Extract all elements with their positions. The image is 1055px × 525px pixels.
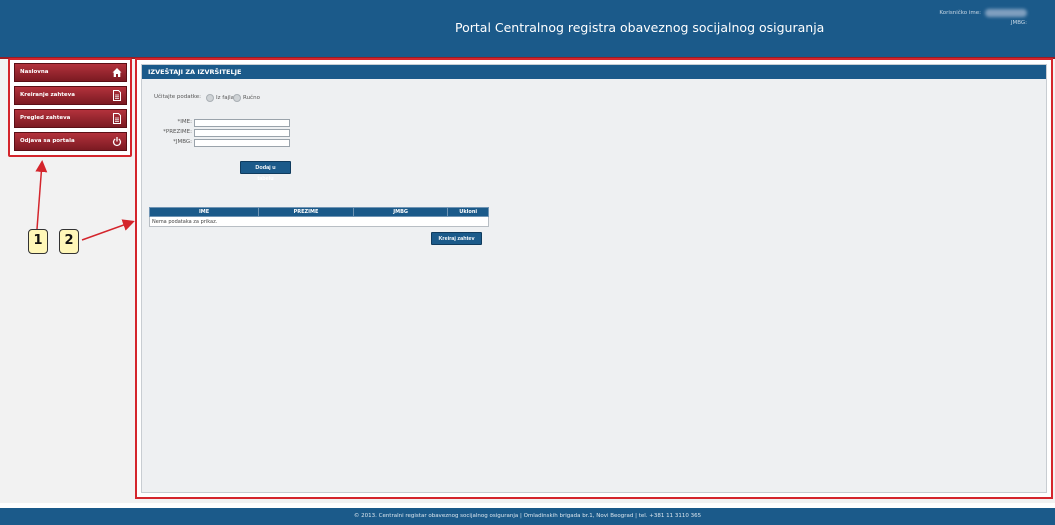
- header-bar: Portal Centralnog registra obaveznog soc…: [0, 0, 1055, 59]
- sidebar-item-label: Kreiranje zahteva: [20, 92, 75, 98]
- main-panel: IZVEŠTAJI ZA IZVRŠITELJE Učitajte podatk…: [135, 58, 1053, 499]
- ime-label: *IME:: [177, 119, 192, 125]
- column-header-jmbg[interactable]: JMBG: [352, 207, 449, 217]
- column-header-ime[interactable]: IME: [148, 207, 260, 217]
- sidebar-item-label: Odjava sa portala: [20, 138, 75, 144]
- sidebar-item-pregled-zahteva[interactable]: Pregled zahteva: [14, 109, 127, 128]
- power-icon: [112, 137, 122, 147]
- callout-badge-1: 1: [28, 229, 48, 254]
- radio-label: Iz fajla: [216, 95, 234, 101]
- ime-input[interactable]: [194, 119, 290, 127]
- jmbg-label: *JMBG:: [173, 139, 192, 145]
- create-request-button[interactable]: Kreiraj zahtev: [431, 232, 482, 245]
- table-row: Nema podataka za prikaz.: [149, 216, 489, 227]
- document-icon: [113, 90, 121, 101]
- radio-button[interactable]: [233, 94, 241, 102]
- empty-table-message: Nema podataka za prikaz.: [149, 216, 489, 227]
- add-to-table-button[interactable]: Dodaj u tabelu: [240, 161, 291, 182]
- callout-badge-2: 2: [59, 229, 79, 254]
- page-title: IZVEŠTAJI ZA IZVRŠITELJE: [142, 65, 1046, 79]
- jmbg-input[interactable]: [194, 139, 290, 147]
- footer: © 2013. Centralni registar obaveznog soc…: [0, 508, 1055, 525]
- radio-label: Ručno: [243, 95, 260, 101]
- data-table: IME PREZIME JMBG Ukloni Nema podataka za…: [148, 207, 489, 227]
- content-area: IZVEŠTAJI ZA IZVRŠITELJE Učitajte podatk…: [141, 64, 1047, 493]
- sidebar-nav: Naslovna Kreiranje zahteva Pregled zahte…: [8, 58, 132, 157]
- sidebar-item-naslovna[interactable]: Naslovna: [14, 63, 127, 82]
- prezime-label: *PREZIME:: [163, 129, 192, 135]
- portal-title: Portal Centralnog registra obaveznog soc…: [455, 20, 825, 35]
- radio-iz-fajla[interactable]: Iz fajla: [206, 94, 234, 102]
- table-header-row: IME PREZIME JMBG Ukloni: [148, 207, 489, 217]
- column-header-ukloni[interactable]: Ukloni: [447, 207, 489, 217]
- sidebar-item-kreiranje-zahteva[interactable]: Kreiranje zahteva: [14, 86, 127, 105]
- upload-label: Učitajte podatke:: [154, 94, 202, 100]
- home-icon: [112, 68, 122, 77]
- username-value-blurred: [985, 8, 1027, 17]
- document-icon: [113, 113, 121, 124]
- sidebar-item-label: Pregled zahteva: [20, 115, 71, 121]
- jmbg-header-label: JMBG:: [1010, 20, 1027, 26]
- column-header-prezime[interactable]: PREZIME: [258, 207, 354, 217]
- username-label: Korisničko ime:: [939, 10, 981, 16]
- sidebar-item-odjava[interactable]: Odjava sa portala: [14, 132, 127, 151]
- prezime-input[interactable]: [194, 129, 290, 137]
- sidebar-item-label: Naslovna: [20, 69, 49, 75]
- radio-rucno[interactable]: Ručno: [233, 94, 260, 102]
- user-info: Korisničko ime: JMBG:: [939, 8, 1027, 28]
- radio-button[interactable]: [206, 94, 214, 102]
